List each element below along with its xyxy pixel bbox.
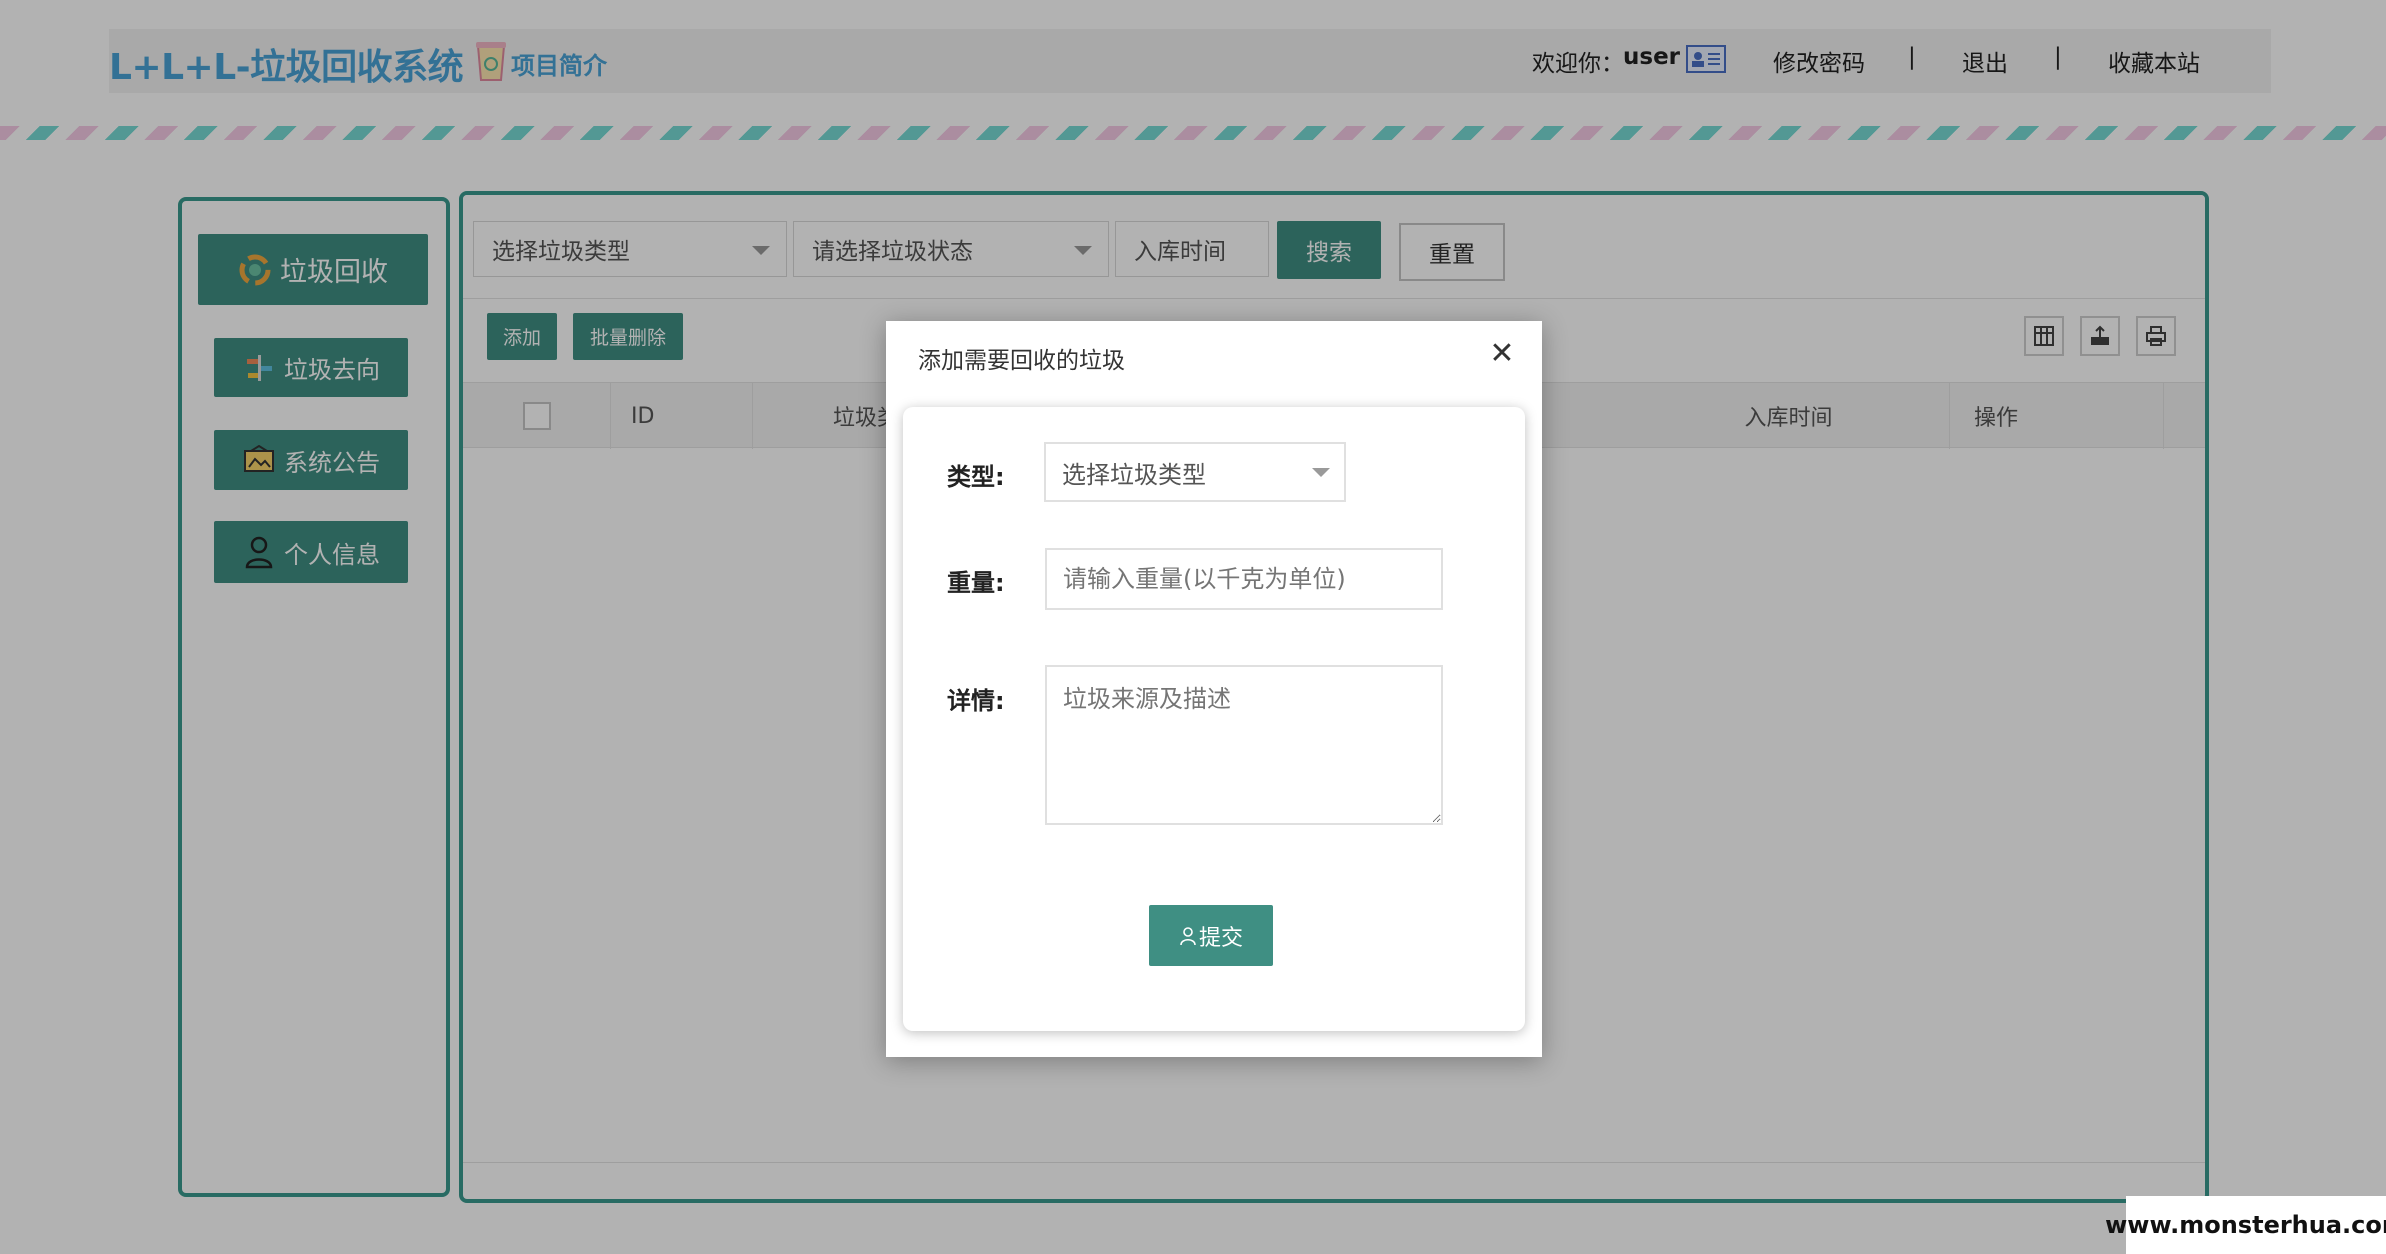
header-separator: | <box>2054 44 2062 70</box>
sidebar-item-profile[interactable]: 个人信息 <box>214 521 408 583</box>
brand-title: L+L+L-垃圾回收系统 <box>109 47 464 88</box>
date-filter-input[interactable]: 入库时间 <box>1115 221 1269 277</box>
status-filter-select[interactable]: 请选择垃圾状态 <box>793 221 1109 277</box>
column-header-id[interactable]: ID <box>611 383 753 449</box>
detail-textarea[interactable] <box>1045 665 1443 825</box>
weight-input[interactable] <box>1045 548 1443 610</box>
select-all-cell <box>463 383 611 449</box>
columns-icon[interactable] <box>2024 316 2064 356</box>
watermark-text: www.monsterhua.com <box>2105 1196 2386 1254</box>
dialog-title: 添加需要回收的垃圾 <box>918 348 1125 374</box>
sidebar-item-label: 垃圾回收 <box>280 257 388 288</box>
search-button[interactable]: 搜索 <box>1277 221 1381 279</box>
type-select-text: 选择垃圾类型 <box>1062 460 1206 489</box>
welcome-text: 欢迎你： <box>1532 51 1624 77</box>
recycle-icon <box>238 253 272 287</box>
submit-button[interactable]: 提交 <box>1149 905 1273 966</box>
sidebar-item-label: 个人信息 <box>284 540 380 569</box>
date-filter-text: 入库时间 <box>1134 239 1226 265</box>
close-icon[interactable]: ✕ <box>1486 339 1518 371</box>
change-password-link[interactable]: 修改密码 <box>1773 44 1865 78</box>
sidebar-item-announcement[interactable]: 系统公告 <box>214 430 408 490</box>
batch-delete-button[interactable]: 批量删除 <box>573 313 683 360</box>
column-header-operation: 操作 <box>1950 383 2164 449</box>
user-name: user <box>1623 44 1681 70</box>
add-button[interactable]: 添加 <box>487 313 557 360</box>
user-icon <box>242 535 276 569</box>
select-all-checkbox[interactable] <box>522 402 551 430</box>
column-header-time[interactable]: 入库时间 <box>1628 383 1950 449</box>
chevron-down-icon <box>1312 468 1330 477</box>
status-filter-text: 请选择垃圾状态 <box>812 239 973 265</box>
header-separator: | <box>1908 44 1916 70</box>
filter-toolbar: 选择垃圾类型 请选择垃圾状态 入库时间 搜索 重置 <box>463 195 2205 299</box>
print-icon[interactable] <box>2136 316 2176 356</box>
weight-label: 重量: <box>947 569 1005 597</box>
cup-icon <box>476 42 506 81</box>
type-filter-select[interactable]: 选择垃圾类型 <box>473 221 787 277</box>
decorative-stripe <box>0 126 2386 140</box>
project-intro-link[interactable]: 项目简介 <box>511 46 607 81</box>
submit-label: 提交 <box>1198 925 1243 951</box>
add-garbage-dialog: 添加需要回收的垃圾 ✕ 类型: 选择垃圾类型 重量: 详情: 提交 <box>886 321 1542 1057</box>
dialog-form: 类型: 选择垃圾类型 重量: 详情: 提交 <box>903 407 1525 1031</box>
type-label: 类型: <box>947 463 1005 491</box>
page-root: L+L+L-垃圾回收系统 项目简介 欢迎你： user 修改密码 | 退出 | … <box>0 0 2386 1254</box>
signpost-icon <box>242 351 276 385</box>
board-icon <box>242 443 276 477</box>
logout-link[interactable]: 退出 <box>1962 44 2008 78</box>
bookmark-link[interactable]: 收藏本站 <box>2108 44 2200 78</box>
sidebar-item-label: 垃圾去向 <box>284 356 380 384</box>
sidebar-item-recycle[interactable]: 垃圾回收 <box>198 234 428 305</box>
table-footer-divider <box>463 1162 2205 1163</box>
chevron-down-icon <box>752 246 770 255</box>
chevron-down-icon <box>1074 246 1092 255</box>
detail-label: 详情: <box>947 687 1005 715</box>
sidebar-item-destination[interactable]: 垃圾去向 <box>214 338 408 397</box>
id-card-icon <box>1686 45 1726 73</box>
sidebar-item-label: 系统公告 <box>284 448 380 477</box>
type-select[interactable]: 选择垃圾类型 <box>1044 442 1346 502</box>
reset-button[interactable]: 重置 <box>1399 223 1505 281</box>
export-icon[interactable] <box>2080 316 2120 356</box>
user-icon <box>1180 926 1196 945</box>
type-filter-text: 选择垃圾类型 <box>492 239 630 265</box>
